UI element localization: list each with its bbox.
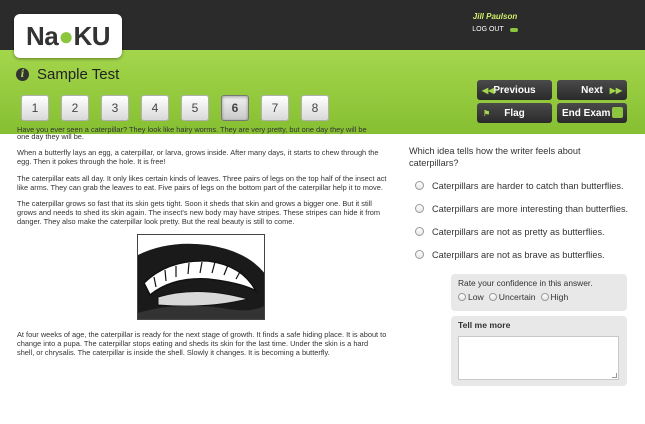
logo-text: Na●KU	[25, 20, 111, 51]
question-button-3[interactable]: 3	[101, 95, 129, 121]
answer-option-label[interactable]: Caterpillars are not as pretty as butter…	[432, 227, 605, 237]
tell-me-more-title: Tell me more	[458, 320, 511, 330]
test-title-row: i Sample Test	[16, 66, 119, 83]
passage-paragraph-4: At four weeks of age, the caterpillar is…	[17, 329, 387, 358]
confidence-low-radio[interactable]	[458, 293, 466, 301]
flag-button[interactable]: ⚑ Flag	[477, 103, 552, 123]
radio-button[interactable]	[415, 227, 424, 236]
confidence-uncertain-label[interactable]: Uncertain	[499, 292, 536, 302]
question-button-5[interactable]: 5	[181, 95, 209, 121]
test-header: i Sample Test 1 2 3 4 5 6 7 8 ◀◀ Previou…	[0, 50, 645, 134]
double-right-arrow-icon: ▶▶	[609, 85, 622, 95]
user-name: Jill Paulson	[472, 12, 518, 21]
tell-me-more-panel: Tell me more	[451, 316, 627, 386]
passage-paragraph-1: When a butterfly lays an egg, a caterpil…	[17, 148, 379, 167]
answer-option-4[interactable]: Caterpillars are not as brave as butterf…	[415, 249, 628, 260]
passage-paragraph-3: The caterpillar grows so fast that its s…	[17, 199, 381, 227]
question-button-6[interactable]: 6	[221, 95, 249, 121]
question-button-8[interactable]: 8	[301, 95, 329, 121]
double-left-arrow-icon: ◀◀	[482, 85, 495, 95]
info-icon[interactable]: i	[16, 68, 29, 81]
next-button[interactable]: Next ▶▶	[557, 80, 627, 100]
end-exam-button[interactable]: End Exam	[557, 103, 627, 123]
answer-option-label[interactable]: Caterpillars are more interesting than b…	[432, 204, 628, 214]
confidence-uncertain-radio[interactable]	[488, 293, 497, 301]
confidence-title: Rate your confidence in this answer.	[458, 278, 593, 288]
resize-grip-icon[interactable]	[612, 373, 617, 378]
question-button-1[interactable]: 1	[21, 95, 49, 121]
confidence-low-label[interactable]: Low	[468, 292, 484, 302]
logout-icon[interactable]	[509, 27, 518, 32]
confidence-high-radio[interactable]	[540, 293, 549, 301]
confidence-panel: Rate your confidence in this answer. Low…	[451, 274, 627, 311]
question-button-2[interactable]: 2	[61, 95, 89, 121]
answer-option-2[interactable]: Caterpillars are more interesting than b…	[415, 203, 628, 214]
flag-icon: ⚑	[483, 108, 491, 118]
confidence-options: Low Uncertain High	[458, 292, 620, 302]
answer-option-label[interactable]: Caterpillars are harder to catch than bu…	[432, 181, 624, 191]
confidence-high-label[interactable]: High	[551, 292, 569, 302]
radio-button[interactable]	[415, 204, 424, 213]
radio-button[interactable]	[415, 250, 424, 259]
reading-passage: Have you ever seen a caterpillar? They l…	[17, 125, 387, 364]
logout-link[interactable]: LOG OUT	[445, 26, 545, 33]
question-navigator: 1 2 3 4 5 6 7 8	[21, 95, 329, 121]
caterpillar-illustration	[137, 233, 265, 320]
passage-paragraph-2: The caterpillar eats all day. It only li…	[17, 173, 387, 192]
question-button-4[interactable]: 4	[141, 95, 169, 121]
answer-option-label[interactable]: Caterpillars are not as brave as butterf…	[432, 250, 605, 260]
question-button-7[interactable]: 7	[261, 95, 289, 121]
logo-figure-icon: ●	[58, 20, 74, 51]
answer-options: Caterpillars are harder to catch than bu…	[415, 180, 628, 272]
tell-me-more-textarea[interactable]	[458, 336, 619, 380]
test-title: Sample Test	[37, 66, 120, 83]
end-exam-icon	[612, 107, 623, 118]
user-panel: Jill Paulson LOG OUT	[445, 12, 545, 33]
naiku-logo: Na●KU	[14, 14, 122, 58]
answer-option-3[interactable]: Caterpillars are not as pretty as butter…	[415, 226, 628, 237]
logout-label[interactable]: LOG OUT	[472, 26, 504, 33]
radio-button[interactable]	[415, 181, 424, 190]
previous-button[interactable]: ◀◀ Previous	[477, 80, 552, 100]
answer-option-1[interactable]: Caterpillars are harder to catch than bu…	[415, 180, 628, 191]
question-prompt: Which idea tells how the writer feels ab…	[409, 146, 581, 168]
